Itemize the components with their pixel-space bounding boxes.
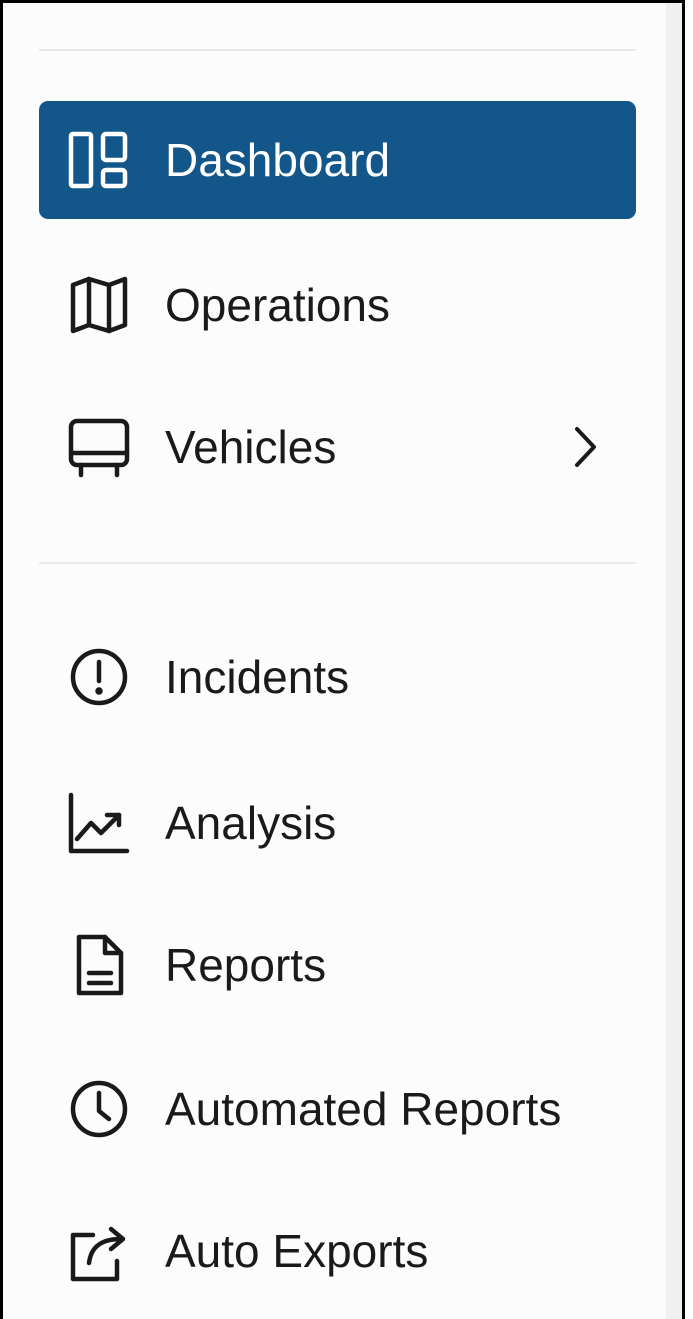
sidebar-item-reports[interactable]: Reports bbox=[39, 906, 636, 1024]
sidebar-item-label: Auto Exports bbox=[165, 1225, 429, 1277]
scrollbar-track[interactable] bbox=[666, 3, 682, 1319]
document-icon bbox=[67, 933, 131, 997]
alert-circle-icon bbox=[67, 645, 131, 709]
trend-chart-icon bbox=[67, 791, 131, 855]
sidebar-item-label: Incidents bbox=[165, 651, 350, 703]
sidebar-item-dashboard[interactable]: Dashboard bbox=[39, 101, 636, 219]
bus-icon bbox=[67, 415, 131, 479]
sidebar-item-analysis[interactable]: Analysis bbox=[39, 764, 636, 882]
sidebar-item-label: Vehicles bbox=[165, 421, 337, 473]
export-icon bbox=[67, 1219, 131, 1283]
sidebar-divider bbox=[39, 562, 636, 564]
sidebar-item-label: Operations bbox=[165, 279, 391, 331]
chevron-right-icon[interactable] bbox=[570, 425, 600, 469]
sidebar: Dashboard Operations Vehicles Incidents … bbox=[0, 0, 685, 1319]
sidebar-item-label: Dashboard bbox=[165, 134, 391, 186]
sidebar-item-label: Analysis bbox=[165, 797, 337, 849]
sidebar-item-incidents[interactable]: Incidents bbox=[39, 618, 636, 736]
sidebar-item-auto-exports[interactable]: Auto Exports bbox=[39, 1192, 636, 1310]
sidebar-divider bbox=[39, 49, 636, 51]
sidebar-item-operations[interactable]: Operations bbox=[39, 246, 636, 364]
sidebar-item-label: Reports bbox=[165, 939, 327, 991]
clock-icon bbox=[67, 1077, 131, 1141]
dashboard-icon bbox=[67, 128, 131, 192]
sidebar-item-automated-reports[interactable]: Automated Reports bbox=[39, 1050, 636, 1168]
sidebar-item-vehicles[interactable]: Vehicles bbox=[39, 388, 636, 506]
sidebar-item-label: Automated Reports bbox=[165, 1083, 562, 1135]
map-icon bbox=[67, 273, 131, 337]
